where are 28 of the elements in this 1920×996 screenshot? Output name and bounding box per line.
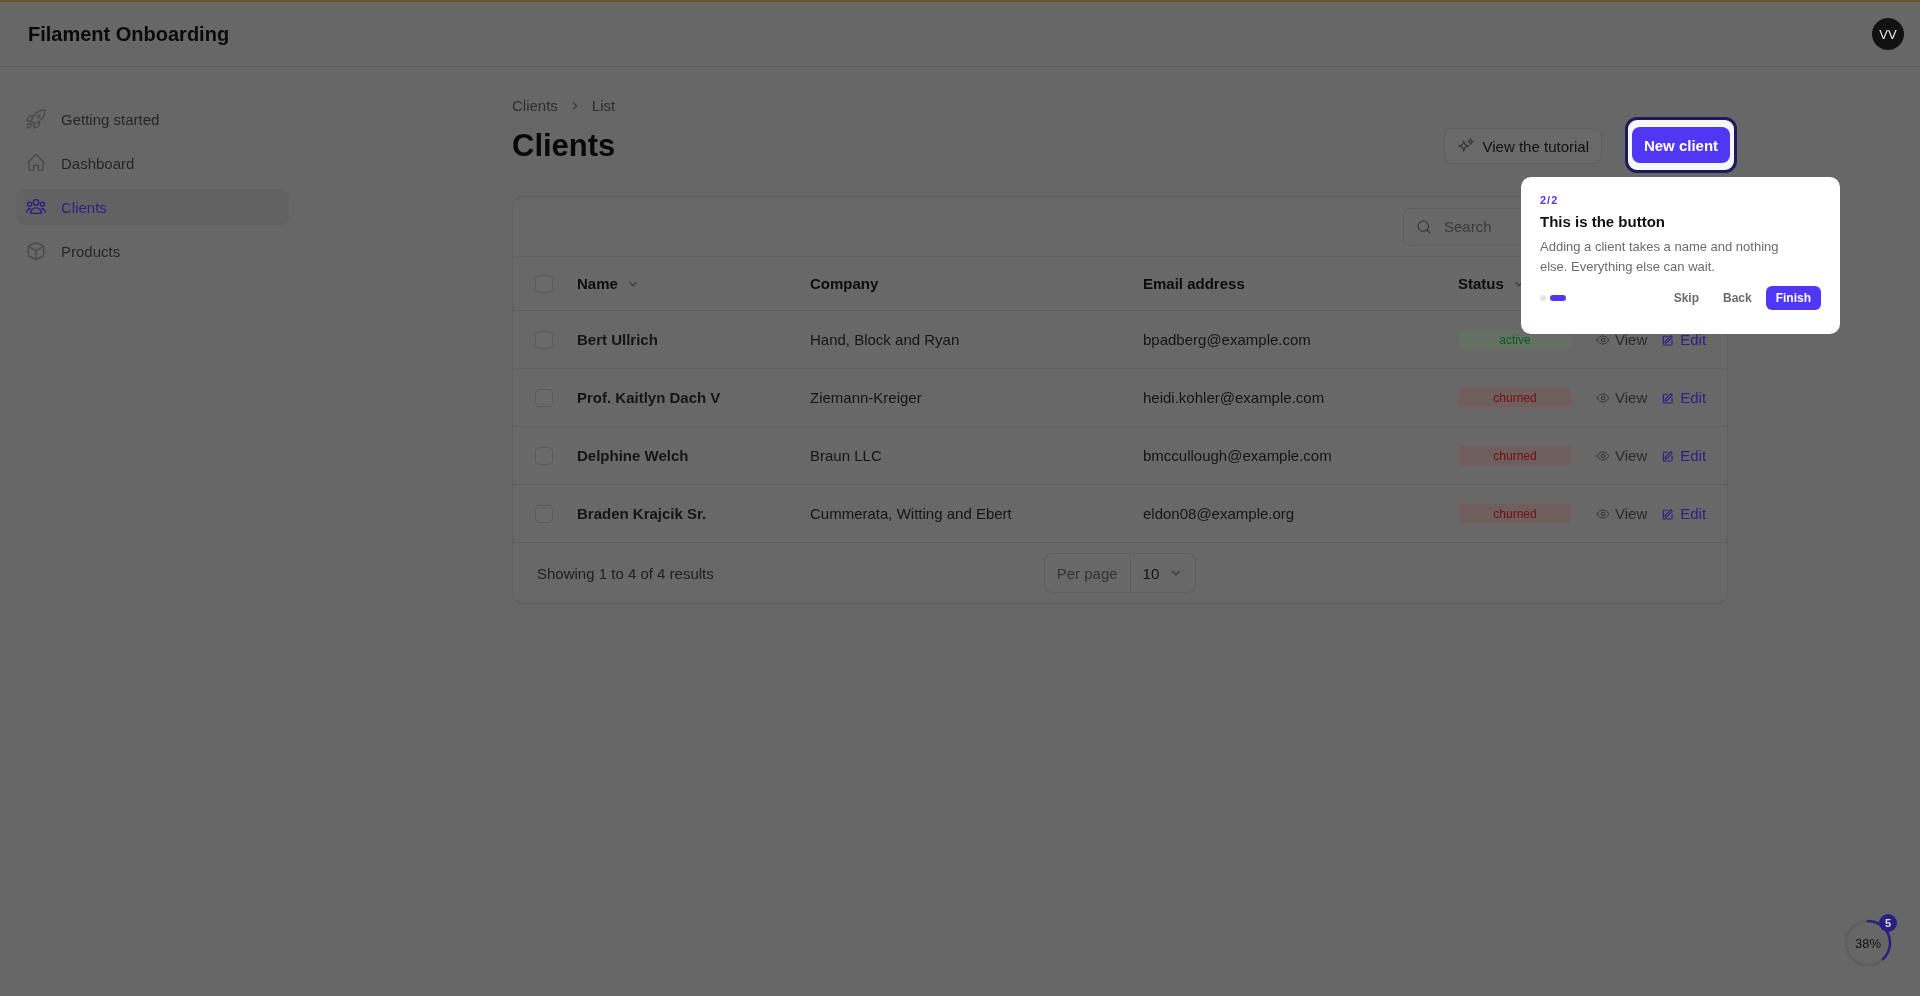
table-cell-text: Delphine Welch [577,447,690,464]
table-cell-text: Braden Krajcik Sr. [577,505,708,522]
table-cell-text: Cummerata, Witting and Ebert [810,505,1013,522]
page-title: Clients [512,128,616,164]
per-page-value: 10 [1142,564,1160,582]
table-cell-text: bpadberg@example.com [1143,331,1312,348]
status-badge: churned [1458,445,1572,466]
sidebar-label: Dashboard [61,154,135,172]
popover-title: This is the button [1540,213,1666,230]
table-cell-text: Bert Ullrich [577,331,659,348]
table-cell-text: Ziemann-Kreiger [810,389,923,406]
status-badge: churned [1458,503,1572,524]
table-cell-text: eldon08@example.org [1143,505,1296,522]
table-cell-text: Prof. Kaitlyn Dach V [577,389,722,406]
table-cell-text: bmccullough@example.com [1143,447,1333,464]
table-cell-text: Hand, Block and Ryan [810,331,961,348]
sidebar-label: Getting started [61,110,160,128]
progress-reading: 38% [1855,935,1881,951]
sidebar-label: Clients [61,198,107,216]
table-cell-text: Braun LLC [810,447,883,464]
results-summary: Showing 1 to 4 of 4 results [537,564,715,582]
app-title: Filament Onboarding [28,22,230,46]
sidebar-label: Products [61,242,121,260]
status-badge: churned [1458,387,1572,408]
popover-description: Adding a client takes a name and nothing else. Everything else can wait. [1540,238,1780,276]
count-badge: 5 [1879,914,1897,932]
table-cell-text: heidi.kohler@example.com [1143,389,1326,406]
step-counter: 2/2 [1540,194,1560,206]
